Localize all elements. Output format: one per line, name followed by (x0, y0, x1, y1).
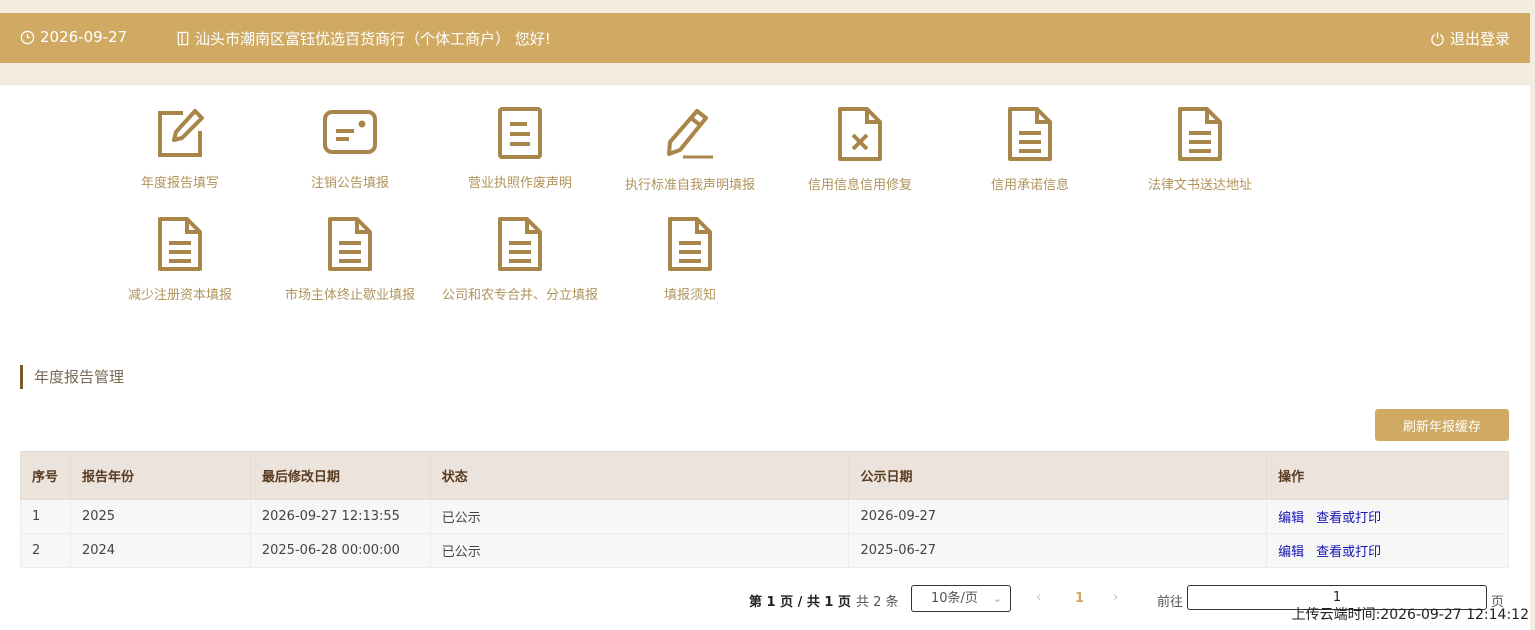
table-header-row: 序号 报告年份 最后修改日期 状态 公示日期 操作 (20, 451, 1509, 500)
logout-button[interactable]: 退出登录 (1430, 28, 1510, 49)
menu-credit-repair[interactable]: 信用信息信用修复 (775, 107, 945, 193)
menu-filing-notice[interactable]: 填报须知 (605, 217, 775, 303)
cell-modified: 2026-09-27 12:13:55 (249, 499, 431, 534)
edit-icon (158, 109, 204, 157)
menu-merger-split[interactable]: 公司和农专合并、分立填报 (435, 217, 605, 303)
cell-actions: 编辑 查看或打印 (1266, 533, 1509, 568)
document-folded-icon (328, 217, 372, 271)
header-date-text: 2026-09-27 (40, 28, 128, 46)
door-icon (177, 31, 189, 46)
cell-year: 2025 (69, 499, 251, 534)
menu-label: 市场主体终止歇业填报 (284, 288, 415, 303)
cell-public-date: 2025-06-27 (848, 533, 1268, 568)
column-header: 报告年份 (69, 451, 251, 500)
cell-year: 2024 (69, 533, 251, 568)
menu-license-void[interactable]: 营业执照作废声明 (435, 107, 605, 191)
cell-actions: 编辑 查看或打印 (1266, 499, 1509, 534)
menu-label: 填报须知 (663, 288, 716, 303)
cell-status: 已公示 (429, 533, 850, 568)
menu-label: 减少注册资本填报 (127, 288, 232, 303)
cell-no: 1 (20, 499, 71, 534)
document-folded-icon (498, 217, 542, 271)
greeting-text: 汕头市潮南区富钰优选百货商行（个体工商户） 您好! (195, 30, 551, 48)
logout-label: 退出登录 (1449, 30, 1510, 48)
menu-label: 年度报告填写 (140, 176, 219, 191)
edit-link[interactable]: 编辑 (1278, 545, 1304, 560)
menu-label: 信用信息信用修复 (807, 178, 912, 193)
refresh-cache-button[interactable]: 刷新年报缓存 (1375, 409, 1509, 441)
menu-label: 注销公告填报 (310, 176, 389, 191)
card-icon (323, 110, 377, 154)
header-greeting: 汕头市潮南区富钰优选百货商行（个体工商户） 您好! (176, 28, 551, 49)
column-header: 公示日期 (848, 451, 1268, 500)
view-print-link[interactable]: 查看或打印 (1316, 545, 1381, 560)
view-print-link[interactable]: 查看或打印 (1316, 511, 1381, 526)
current-page-number[interactable]: 1 (1075, 591, 1084, 606)
menu-business-suspension[interactable]: 市场主体终止歇业填报 (265, 217, 435, 303)
upload-time: 上传云端时间:2026-09-27 12:14:12 (1291, 607, 1529, 623)
section-title: 年度报告管理 (20, 365, 124, 389)
document-folded-icon (668, 217, 712, 271)
menu-label: 公司和农专合并、分立填报 (441, 288, 598, 303)
menu-credit-commitment[interactable]: 信用承诺信息 (945, 107, 1115, 193)
prev-page-icon[interactable]: ‹ (1036, 590, 1041, 605)
page-size-value: 10条/页 (931, 591, 978, 606)
menu-standard-declaration[interactable]: 执行标准自我声明填报 (605, 107, 775, 193)
edit-link[interactable]: 编辑 (1278, 511, 1304, 526)
table-row: 1 2025 2026-09-27 12:13:55 已公示 2026-09-2… (20, 499, 1509, 534)
menu-annual-report[interactable]: 年度报告填写 (95, 107, 265, 191)
cell-no: 2 (20, 533, 71, 568)
document-x-icon (838, 107, 882, 161)
menu-capital-reduction[interactable]: 减少注册资本填报 (95, 217, 265, 303)
chevron-down-icon: ⌄ (992, 592, 1002, 605)
column-header: 序号 (20, 451, 71, 500)
menu-label: 执行标准自我声明填报 (624, 178, 755, 193)
document-folded-icon (1008, 107, 1052, 161)
pencil-icon (667, 109, 713, 159)
column-header: 最后修改日期 (249, 451, 431, 500)
cell-public-date: 2026-09-27 (848, 499, 1268, 534)
annual-report-table: 序号 报告年份 最后修改日期 状态 公示日期 操作 1 2025 2026-09… (20, 451, 1509, 568)
menu-label: 营业执照作废声明 (467, 176, 572, 191)
document-icon (498, 107, 542, 159)
clock-icon (20, 30, 35, 44)
next-page-icon[interactable]: › (1113, 590, 1118, 605)
power-icon (1431, 32, 1444, 46)
page-size-select[interactable]: 10条/页 ⌄ (911, 585, 1011, 612)
document-folded-icon (1178, 107, 1222, 161)
menu-label: 信用承诺信息 (990, 178, 1069, 193)
total-count: 共 2 条 (856, 595, 899, 610)
menu-legal-address[interactable]: 法律文书送达地址 (1115, 107, 1285, 193)
cell-status: 已公示 (429, 499, 850, 534)
column-header: 操作 (1266, 451, 1509, 500)
menu-label: 法律文书送达地址 (1147, 178, 1252, 193)
header-date: 2026-09-27 (20, 28, 127, 46)
cell-modified: 2025-06-28 00:00:00 (249, 533, 431, 568)
goto-label: 前往 (1157, 595, 1184, 610)
column-header: 状态 (429, 451, 850, 500)
main-panel: 年度报告填写 注销公告填报 营业执照作废声明 执行标准自我声明填报 信用信息信用… (0, 84, 1530, 630)
table-row: 2 2024 2025-06-28 00:00:00 已公示 2025-06-2… (20, 533, 1509, 568)
document-folded-icon (158, 217, 202, 271)
menu-cancel-notice[interactable]: 注销公告填报 (265, 107, 435, 191)
top-header-bar: 2026-09-27 汕头市潮南区富钰优选百货商行（个体工商户） 您好! 退出登… (0, 13, 1530, 63)
page-info: 第 1 页 / 共 1 页 (749, 595, 851, 610)
